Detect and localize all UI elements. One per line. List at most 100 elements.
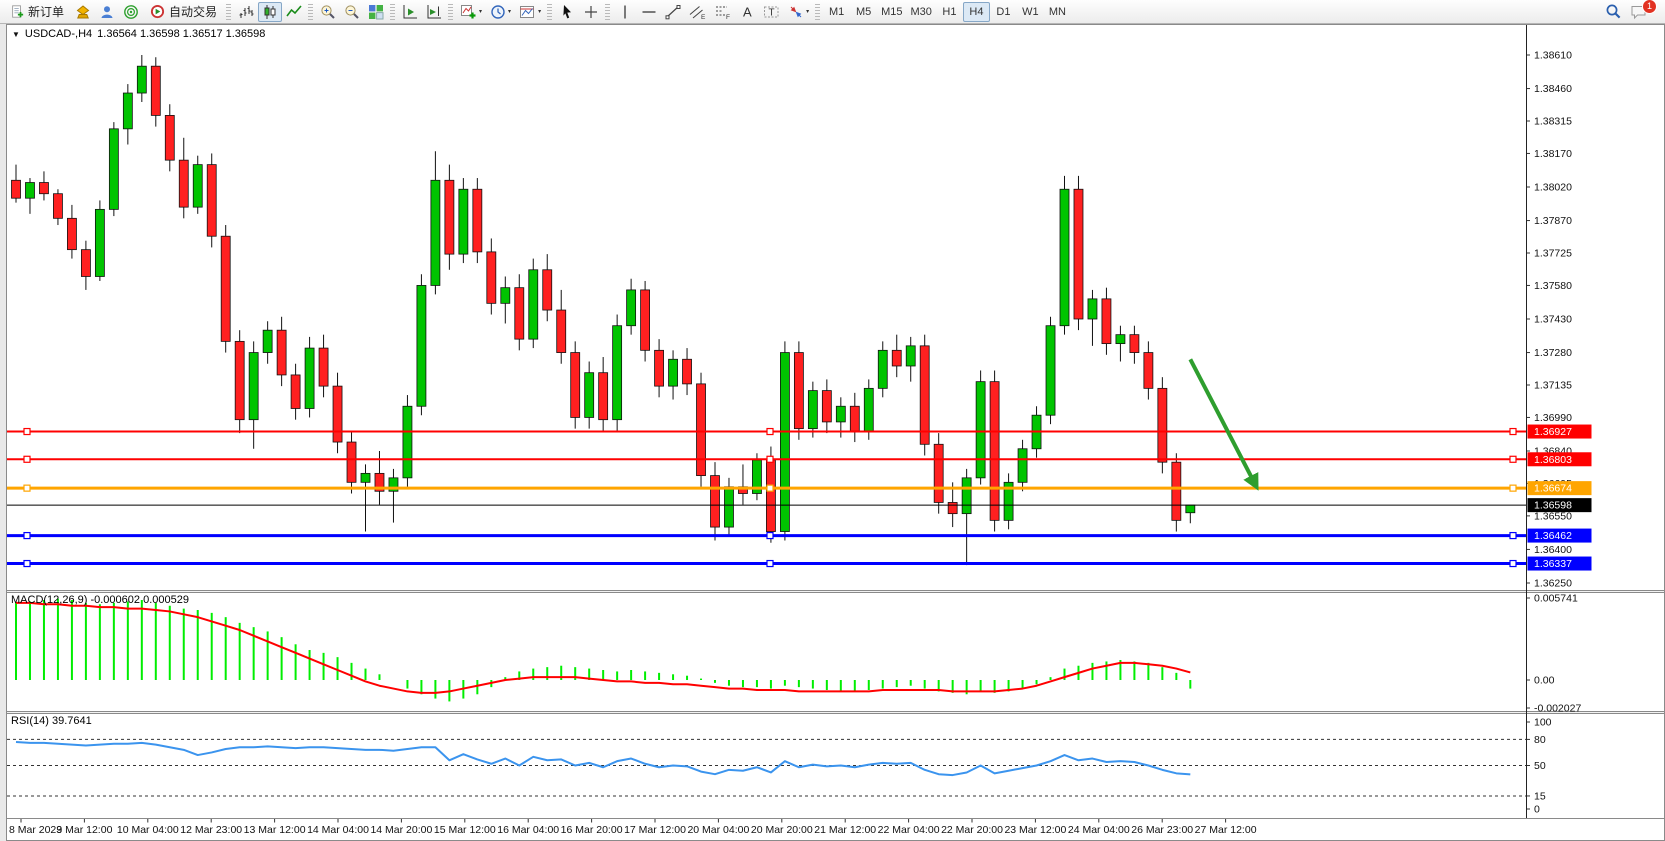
search-button[interactable]	[1601, 2, 1626, 22]
label-tool-button[interactable]: T	[759, 2, 784, 22]
chart-window[interactable]: 1.386101.384601.383151.381701.380201.378…	[6, 24, 1665, 841]
tile-windows-button[interactable]	[364, 2, 388, 22]
price-level-line-1.36803[interactable]	[7, 456, 1526, 462]
signal-radar-icon	[123, 4, 139, 20]
candle-body	[123, 93, 132, 129]
line-handle[interactable]	[767, 429, 773, 435]
timeframe-button-mn[interactable]: MN	[1044, 2, 1071, 22]
channel-tool-button[interactable]: E	[685, 2, 710, 22]
candle-body	[207, 165, 216, 237]
price-axis-tick: 1.38170	[1534, 148, 1572, 160]
timeframe-button-h4[interactable]: H4	[963, 2, 990, 22]
indicators-button[interactable]: ▾	[456, 2, 486, 22]
chart-canvas[interactable]: 1.386101.384601.383151.381701.380201.378…	[7, 25, 1664, 840]
svg-text:1.36462: 1.36462	[1534, 530, 1572, 542]
tile-windows-icon	[368, 4, 384, 20]
candle-body	[934, 444, 943, 502]
horizontal-line-tool-button[interactable]	[637, 2, 661, 22]
date-axis-label: 22 Mar 04:00	[878, 824, 940, 836]
line-handle[interactable]	[1510, 429, 1516, 435]
price-level-line-1.36674[interactable]	[7, 485, 1526, 491]
ohlc-values: 1.36564 1.36598 1.36517 1.36598	[97, 28, 265, 40]
deposit-button[interactable]	[71, 2, 95, 22]
line-handle[interactable]	[1510, 533, 1516, 539]
toolbar-grip	[390, 4, 395, 20]
auto-trading-button[interactable]: 自动交易	[143, 2, 224, 22]
timeframe-button-w1[interactable]: W1	[1017, 2, 1044, 22]
timeframe-button-m1[interactable]: M1	[823, 2, 850, 22]
notifications-button[interactable]: 1	[1626, 2, 1652, 22]
line-handle[interactable]	[24, 456, 30, 462]
line-chart-mode-button[interactable]	[282, 2, 306, 22]
line-handle[interactable]	[1510, 561, 1516, 567]
candle-body	[501, 288, 510, 304]
text-tool-button[interactable]: A	[735, 2, 759, 22]
toolbar: 新订单 自动交易 ▾ ▾	[0, 0, 1665, 24]
bar-chart-mode-button[interactable]	[234, 2, 258, 22]
candle-body	[39, 183, 48, 194]
horizontal-line-icon	[641, 4, 657, 20]
line-handle[interactable]	[767, 485, 773, 491]
price-level-line-1.36927[interactable]	[7, 429, 1526, 435]
timeframe-button-d1[interactable]: D1	[990, 2, 1017, 22]
community-button[interactable]	[95, 2, 119, 22]
line-handle[interactable]	[1510, 456, 1516, 462]
candle-body	[67, 218, 76, 249]
cursor-button[interactable]	[555, 2, 579, 22]
new-order-button[interactable]: 新订单	[3, 2, 71, 22]
candle-body	[193, 165, 202, 208]
clock-icon	[490, 4, 506, 20]
new-order-icon	[10, 4, 24, 19]
signals-button[interactable]	[119, 2, 143, 22]
timeframe-button-m5[interactable]: M5	[850, 2, 877, 22]
arrows-tool-button[interactable]: ▾	[784, 2, 813, 22]
price-level-axis-label: 1.36337	[1528, 557, 1592, 571]
candle-body	[836, 406, 845, 422]
price-axis-tick: 1.38610	[1534, 50, 1572, 62]
candle-body	[822, 391, 831, 422]
date-axis-label: 23 Mar 12:00	[1004, 824, 1066, 836]
symbol-dropdown-icon[interactable]: ▼	[12, 30, 20, 39]
line-handle[interactable]	[24, 485, 30, 491]
candlestick-mode-button[interactable]	[258, 2, 282, 22]
chart-shift-button[interactable]	[422, 2, 446, 22]
zoom-in-button[interactable]	[316, 2, 340, 22]
line-handle[interactable]	[767, 456, 773, 462]
vertical-line-tool-button[interactable]	[613, 2, 637, 22]
date-axis[interactable]: 8 Mar 20239 Mar 12:0010 Mar 04:0012 Mar …	[9, 819, 1257, 836]
candle-body	[808, 391, 817, 429]
price-level-line-1.36337[interactable]	[7, 561, 1526, 567]
line-handle[interactable]	[767, 561, 773, 567]
toolbar-grip	[605, 4, 610, 20]
macd-indicator-label: MACD(12,26,9) -0.000602 0.000529	[11, 594, 189, 606]
periods-button[interactable]: ▾	[486, 2, 515, 22]
line-handle[interactable]	[24, 561, 30, 567]
timeframe-button-h1[interactable]: H1	[936, 2, 963, 22]
line-handle[interactable]	[767, 533, 773, 539]
candle-body	[95, 209, 104, 276]
fibonacci-tool-button[interactable]: F	[710, 2, 735, 22]
timeframe-button-m30[interactable]: M30	[907, 2, 936, 22]
line-handle[interactable]	[24, 533, 30, 539]
cursor-arrow-icon	[559, 4, 575, 20]
macd-axis-tick: -0.002027	[1534, 703, 1581, 715]
line-handle[interactable]	[24, 429, 30, 435]
svg-text:F: F	[726, 14, 730, 20]
trendline-tool-button[interactable]	[661, 2, 685, 22]
line-handle[interactable]	[1510, 485, 1516, 491]
price-level-line-1.36462[interactable]	[7, 533, 1526, 539]
candle-body	[487, 252, 496, 303]
candlestick-icon	[262, 4, 278, 20]
date-axis-label: 26 Mar 23:00	[1131, 824, 1193, 836]
toolbar-grip	[547, 4, 552, 20]
auto-scroll-button[interactable]	[398, 2, 422, 22]
crosshair-button[interactable]	[579, 2, 603, 22]
trend-arrow[interactable]	[1190, 359, 1256, 486]
zoom-out-button[interactable]	[340, 2, 364, 22]
timeframe-button-m15[interactable]: M15	[877, 2, 906, 22]
templates-button[interactable]: ▾	[515, 2, 545, 22]
candle-body	[473, 189, 482, 252]
candle-body	[1172, 462, 1181, 520]
candle-body	[655, 350, 664, 386]
rsi-indicator-label: RSI(14) 39.7641	[11, 715, 92, 727]
